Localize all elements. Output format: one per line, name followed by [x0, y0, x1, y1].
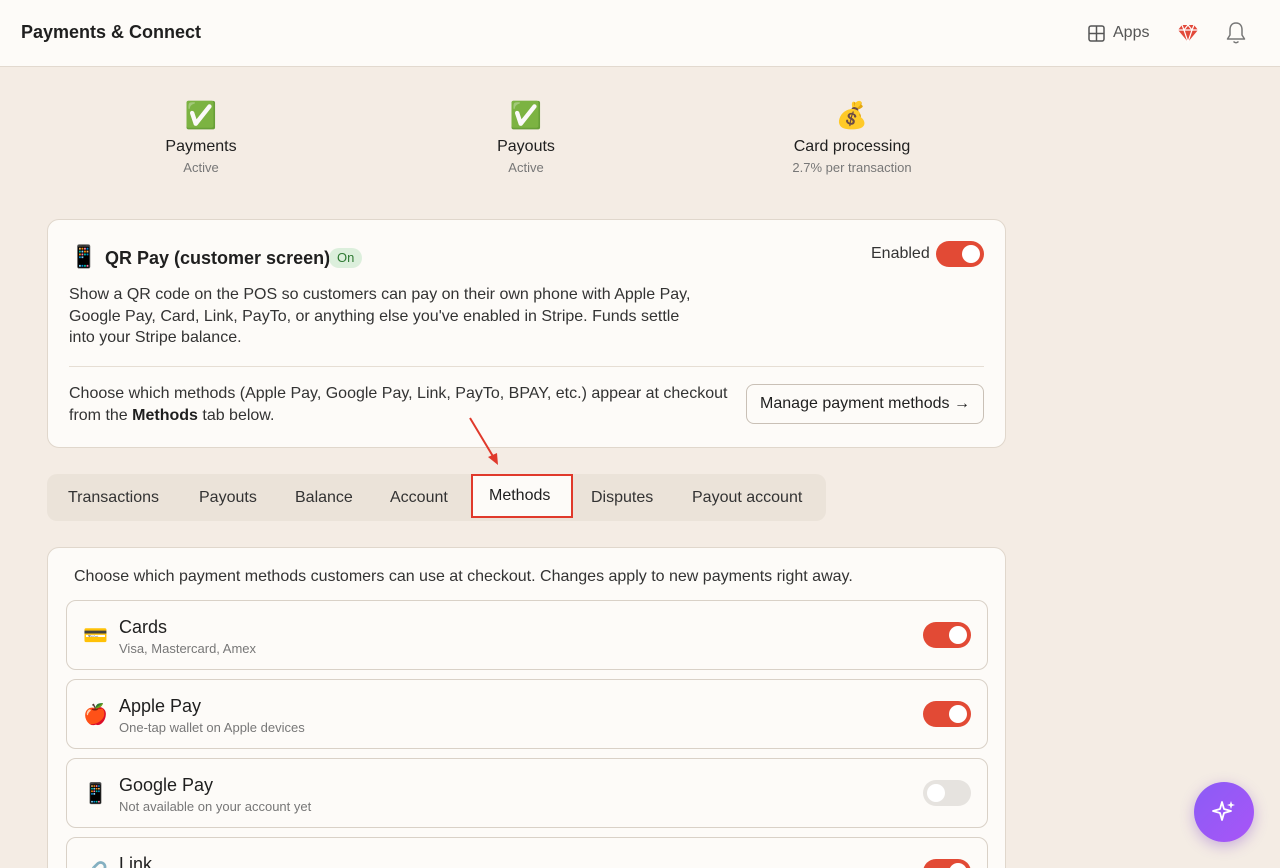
note-bold: Methods [132, 406, 198, 424]
tab-methods[interactable]: Methods [471, 474, 573, 518]
apps-button[interactable]: Apps [1088, 22, 1149, 44]
stat-title: Payouts [497, 138, 555, 155]
toggle-knob [949, 705, 967, 723]
gem-button[interactable] [1177, 22, 1199, 44]
cards-toggle[interactable] [923, 622, 971, 648]
annotation-arrow-icon [469, 417, 498, 465]
ai-assistant-button[interactable] [1194, 782, 1254, 842]
tab-payout-account[interactable]: Payout account [692, 474, 802, 521]
stat-subtitle: Active [183, 160, 219, 175]
tab-balance[interactable]: Balance [295, 474, 353, 521]
status-badge: On [329, 248, 363, 268]
apple-pay-toggle[interactable] [923, 701, 971, 727]
methods-intro: Choose which payment methods customers c… [74, 568, 853, 585]
toggle-knob [949, 863, 967, 868]
sparkle-icon [1212, 801, 1235, 821]
qr-pay-methods-note: Choose which methods (Apple Pay, Google … [69, 383, 739, 426]
apps-label: Apps [1113, 24, 1150, 41]
top-bar: Payments & Connect Apps [0, 0, 1280, 67]
toggle-knob [962, 245, 980, 263]
apps-grid-icon [1088, 24, 1105, 42]
qr-pay-card: 📱 QR Pay (customer screen) On Enabled Sh… [47, 219, 1006, 448]
page-title: Payments & Connect [21, 22, 202, 42]
method-row-google-pay: 📱 Google Pay Not available on your accou… [66, 758, 988, 828]
enabled-label: Enabled [871, 245, 930, 262]
tab-account[interactable]: Account [390, 474, 448, 521]
stat-subtitle: Active [508, 160, 544, 175]
bell-icon [1226, 22, 1246, 44]
stat-title: Payments [165, 138, 237, 155]
tab-payouts[interactable]: Payouts [199, 474, 257, 521]
check-icon: ✅ [184, 100, 218, 130]
payment-methods-card: Choose which payment methods customers c… [47, 547, 1006, 868]
apple-icon: 🍎 [83, 704, 108, 726]
link-toggle[interactable] [923, 859, 971, 868]
tab-transactions[interactable]: Transactions [68, 474, 159, 521]
money-bag-icon: 💰 [835, 100, 869, 130]
tab-disputes[interactable]: Disputes [591, 474, 653, 521]
notifications-button[interactable] [1225, 21, 1247, 45]
link-icon: 🔗 [83, 860, 108, 868]
phone-icon: 📱 [83, 783, 108, 805]
method-row-link: 🔗 Link [66, 837, 988, 868]
qr-pay-title: QR Pay (customer screen) [105, 248, 331, 268]
stat-card-processing: 💰 Card processing 2.7% per transaction [752, 100, 952, 175]
method-description: Visa, Mastercard, Amex [119, 641, 257, 656]
method-row-apple-pay: 🍎 Apple Pay One-tap wallet on Apple devi… [66, 679, 988, 749]
stat-title: Card processing [793, 138, 911, 155]
google-pay-toggle[interactable] [923, 780, 971, 806]
method-name: Link [119, 854, 153, 868]
gem-icon [1178, 24, 1198, 44]
method-description: One-tap wallet on Apple devices [119, 720, 305, 735]
method-description: Not available on your account yet [119, 799, 312, 814]
method-name: Cards [119, 617, 168, 637]
phone-icon: 📱 [70, 244, 98, 269]
method-row-cards: 💳 Cards Visa, Mastercard, Amex [66, 600, 988, 670]
toggle-knob [949, 626, 967, 644]
note-text-end: tab below. [197, 406, 275, 424]
qr-pay-toggle[interactable] [936, 241, 984, 267]
toggle-knob [927, 784, 945, 802]
qr-pay-description: Show a QR code on the POS so customers c… [69, 286, 691, 346]
tab-methods-label: Methods [489, 487, 551, 504]
credit-card-icon: 💳 [83, 625, 108, 647]
method-name: Google Pay [119, 775, 214, 795]
stat-payments: ✅ Payments Active [101, 100, 301, 175]
check-icon: ✅ [509, 100, 543, 130]
stat-payouts: ✅ Payouts Active [426, 100, 626, 175]
divider [69, 366, 984, 367]
stat-subtitle: 2.7% per transaction [792, 160, 912, 175]
manage-payment-methods-button[interactable]: Manage payment methods → [746, 384, 984, 424]
method-name: Apple Pay [119, 696, 202, 716]
tab-bar: Transactions Payouts Balance Account Dis… [47, 474, 826, 521]
